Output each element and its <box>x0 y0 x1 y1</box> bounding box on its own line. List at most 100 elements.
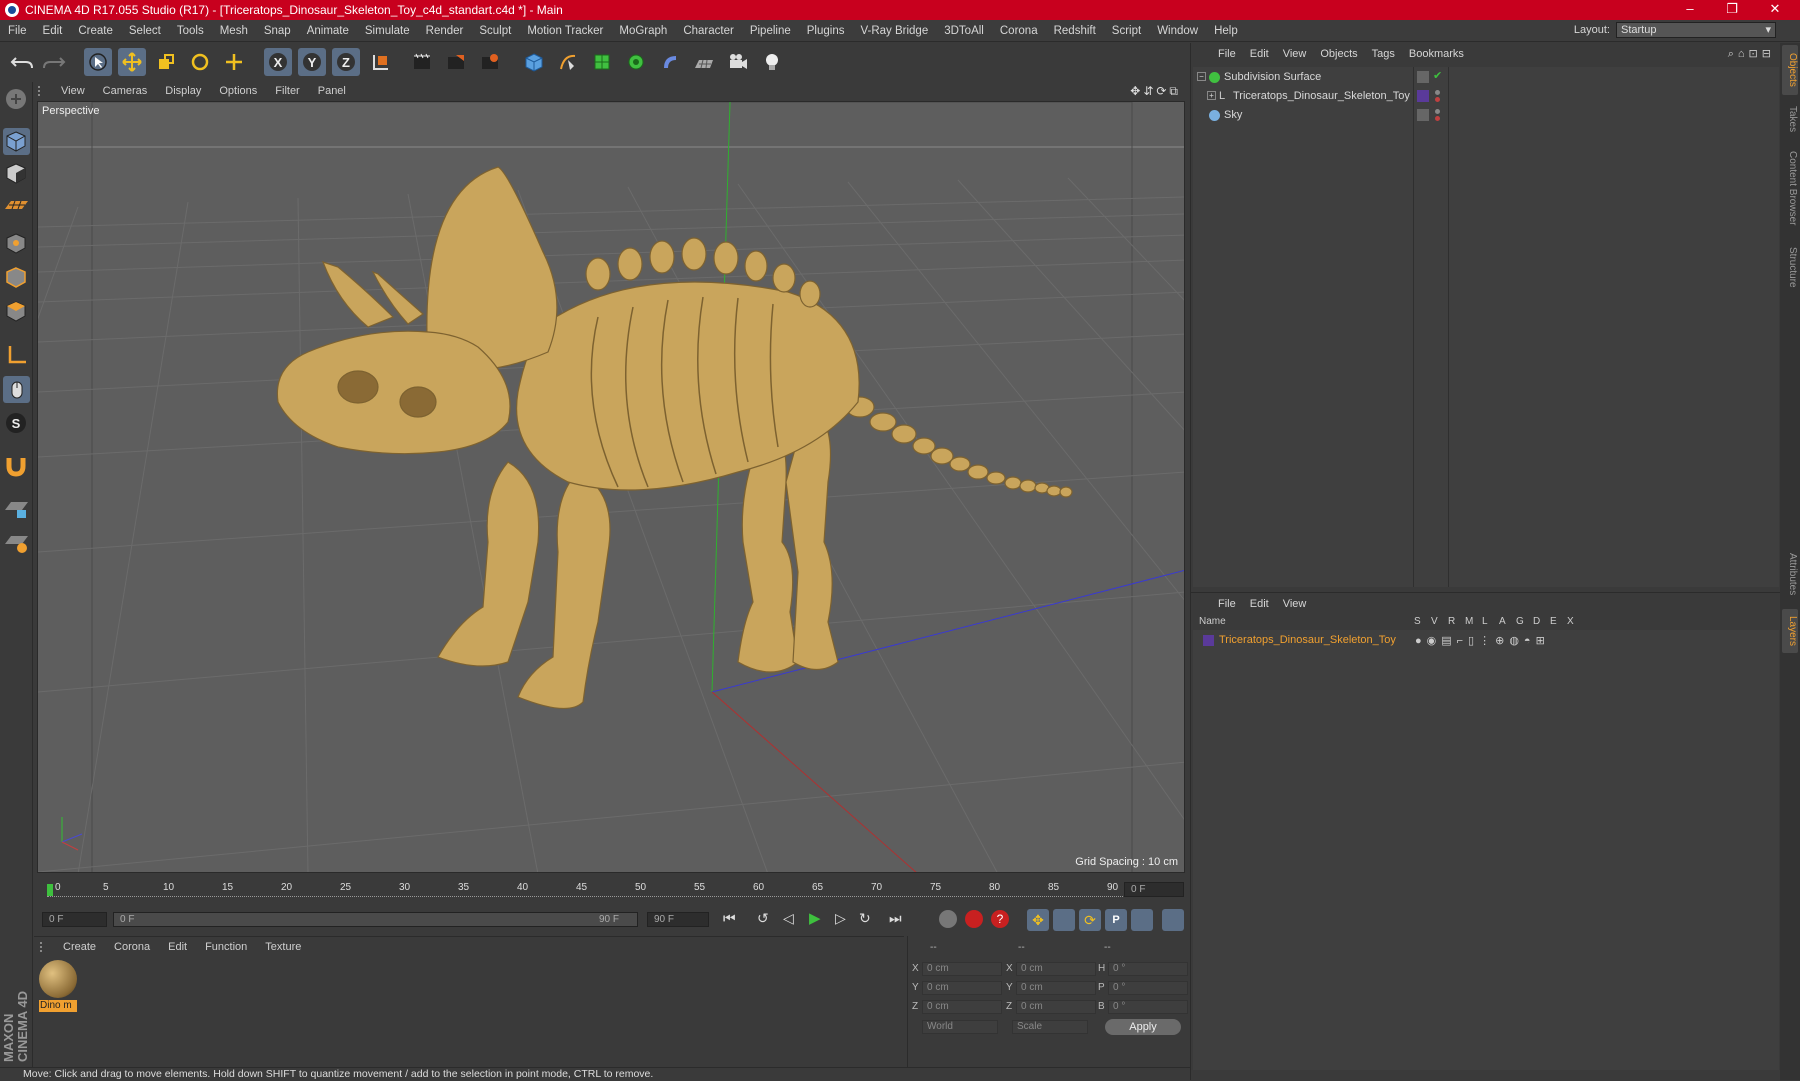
material-dino[interactable]: Dino m <box>39 960 77 1012</box>
rotate-tool-button[interactable] <box>186 48 214 76</box>
frame-range-slider[interactable]: 0 F 90 F <box>113 912 638 927</box>
viewport-menu-filter[interactable]: Filter <box>266 85 308 97</box>
tweak-mode-button[interactable] <box>3 376 30 403</box>
subdivision-surface-button[interactable] <box>588 48 616 76</box>
key-rotation-icon[interactable]: ⟳ <box>1079 909 1101 931</box>
size-y-field[interactable]: 0 cm <box>1016 981 1096 995</box>
go-to-start-icon[interactable]: ⏮ <box>723 910 736 927</box>
size-mode-dropdown[interactable]: Scale <box>1012 1020 1088 1034</box>
tab-content-browser[interactable]: Content Browser <box>1782 143 1798 233</box>
collapse-icon[interactable]: − <box>1197 72 1206 81</box>
expand-icon[interactable]: + <box>1207 91 1216 100</box>
menu-edit[interactable]: Edit <box>35 25 71 37</box>
object-row[interactable]: − Subdivision Surface ✔ <box>1193 69 1779 87</box>
position-y-field[interactable]: 0 cm <box>922 981 1002 995</box>
redo-icon[interactable] <box>40 48 68 76</box>
viewport-menu-options[interactable]: Options <box>210 85 266 97</box>
menu-window[interactable]: Window <box>1149 25 1206 37</box>
objects-menu-bookmarks[interactable]: Bookmarks <box>1402 48 1471 60</box>
tab-layers[interactable]: Layers <box>1782 609 1798 653</box>
deformer-button[interactable] <box>656 48 684 76</box>
snap-icon[interactable]: S <box>3 410 30 437</box>
maximize-button[interactable]: ❐ <box>1712 0 1752 20</box>
next-key-icon[interactable]: ↻ <box>859 910 871 927</box>
render-to-picture-viewer-button[interactable] <box>442 48 470 76</box>
viewport-menu-panel[interactable]: Panel <box>309 85 355 97</box>
live-selection-button[interactable] <box>84 48 112 76</box>
visibility-dot-icon[interactable] <box>1435 90 1440 95</box>
menu-create[interactable]: Create <box>70 25 121 37</box>
viewport-menu-view[interactable]: View <box>52 85 94 97</box>
menu-select[interactable]: Select <box>121 25 169 37</box>
x-axis-lock-button[interactable]: X <box>264 48 292 76</box>
menu-motion-tracker[interactable]: Motion Tracker <box>519 25 611 37</box>
menu-redshift[interactable]: Redshift <box>1046 25 1104 37</box>
layout-dropdown[interactable]: Startup ▾ <box>1616 22 1776 38</box>
apply-button[interactable]: Apply <box>1105 1019 1181 1035</box>
record-keys-icon[interactable] <box>939 910 957 928</box>
menu-render[interactable]: Render <box>418 25 472 37</box>
autokey-icon[interactable] <box>965 910 983 928</box>
workplane-mode-icon[interactable] <box>3 192 30 219</box>
objects-menu-edit[interactable]: Edit <box>1243 48 1276 60</box>
points-mode-icon[interactable] <box>3 230 30 257</box>
menu-animate[interactable]: Animate <box>299 25 357 37</box>
spline-pen-button[interactable] <box>554 48 582 76</box>
material-menu-edit[interactable]: Edit <box>159 941 196 953</box>
menu-corona[interactable]: Corona <box>992 25 1046 37</box>
playhead-marker[interactable] <box>47 884 53 896</box>
menu-mesh[interactable]: Mesh <box>212 25 256 37</box>
objects-menu-objects[interactable]: Objects <box>1313 48 1364 60</box>
layer-row[interactable]: Triceratops_Dinosaur_Skeleton_Toy ●◉▤⌐▯⋮… <box>1193 632 1779 650</box>
make-editable-icon[interactable] <box>3 86 30 113</box>
menu-plugins[interactable]: Plugins <box>799 25 853 37</box>
undo-icon[interactable] <box>8 48 36 76</box>
move-tool-button[interactable] <box>118 48 146 76</box>
recent-tools-button[interactable] <box>220 48 248 76</box>
enabled-check-icon[interactable]: ✔ <box>1433 69 1442 82</box>
menu-file[interactable]: File <box>0 25 35 37</box>
layer-tag-icon[interactable] <box>1417 109 1429 121</box>
model-mode-button[interactable] <box>3 128 30 155</box>
coordinate-mode-dropdown[interactable]: World <box>922 1020 998 1034</box>
material-menu-create[interactable]: Create <box>54 941 105 953</box>
material-menu-function[interactable]: Function <box>196 941 256 953</box>
position-x-field[interactable]: 0 cm <box>922 962 1002 976</box>
magnet-icon[interactable] <box>3 452 30 479</box>
edges-mode-icon[interactable] <box>3 264 30 291</box>
key-position-icon[interactable]: ✥ <box>1027 909 1049 931</box>
tab-takes[interactable]: Takes <box>1782 99 1798 139</box>
play-icon[interactable]: ▶ <box>809 909 821 927</box>
key-scale-icon[interactable] <box>1053 909 1075 931</box>
visibility-dot-icon[interactable] <box>1435 109 1440 114</box>
viewport-menu-cameras[interactable]: Cameras <box>94 85 157 97</box>
object-manager-search-icon[interactable]: ⌕⌂⊡⊟ <box>1728 47 1775 61</box>
layers-menu-file[interactable]: File <box>1211 598 1243 610</box>
floor-button[interactable] <box>690 48 718 76</box>
layer-color-icon[interactable] <box>1417 90 1429 102</box>
polygons-mode-icon[interactable] <box>3 298 30 325</box>
tab-structure[interactable]: Structure <box>1782 237 1798 297</box>
menu-snap[interactable]: Snap <box>256 25 299 37</box>
menu-vray-bridge[interactable]: V-Ray Bridge <box>852 25 936 37</box>
cube-primitive-button[interactable] <box>520 48 548 76</box>
layers-menu-edit[interactable]: Edit <box>1243 598 1276 610</box>
render-dot-icon[interactable] <box>1435 116 1440 121</box>
end-frame-field[interactable]: 90 F <box>647 912 709 927</box>
camera-button[interactable] <box>724 48 752 76</box>
objects-menu-view[interactable]: View <box>1276 48 1314 60</box>
key-pla-icon[interactable] <box>1131 909 1153 931</box>
layer-tag-icon[interactable] <box>1417 71 1429 83</box>
timeline-window-icon[interactable] <box>1162 909 1184 931</box>
menu-tools[interactable]: Tools <box>169 25 212 37</box>
menu-script[interactable]: Script <box>1104 25 1149 37</box>
rotation-h-field[interactable]: 0 ° <box>1108 962 1188 976</box>
menu-pipeline[interactable]: Pipeline <box>742 25 799 37</box>
scale-tool-button[interactable] <box>152 48 180 76</box>
start-frame-field[interactable]: 0 F <box>42 912 107 927</box>
menu-3dtoall[interactable]: 3DToAll <box>936 25 992 37</box>
coordinate-system-button[interactable] <box>366 48 394 76</box>
keyframe-selection-icon[interactable]: ? <box>991 910 1009 928</box>
go-to-end-icon[interactable]: ⏭ <box>889 910 902 927</box>
material-menu-texture[interactable]: Texture <box>256 941 310 953</box>
